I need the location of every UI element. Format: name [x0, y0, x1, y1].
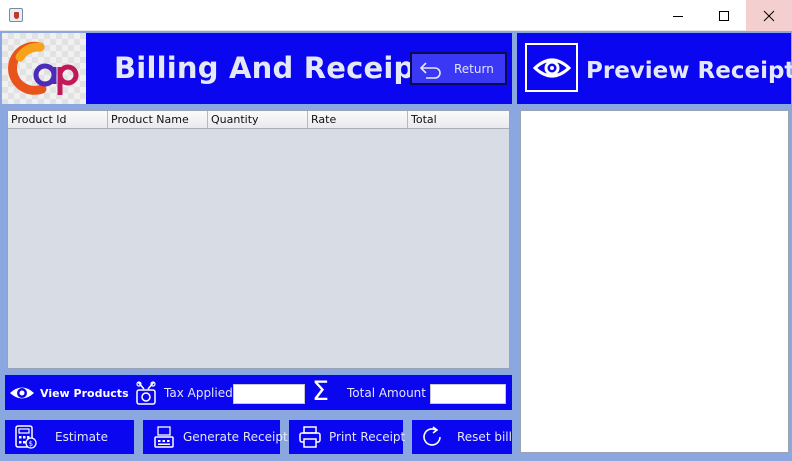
column-header-rate[interactable]: Rate: [308, 111, 408, 128]
generate-receipt-label: Generate Receipt: [183, 430, 288, 444]
reset-bill-button[interactable]: Reset bill: [412, 420, 512, 454]
preview-header: Preview Receipt: [517, 33, 792, 104]
minimize-button[interactable]: [655, 0, 701, 31]
close-icon: [763, 10, 775, 21]
estimate-label: Estimate: [55, 430, 109, 444]
minimize-icon: [673, 15, 683, 17]
column-header-total[interactable]: Total: [408, 111, 509, 128]
column-header-product-name[interactable]: Product Name: [108, 111, 208, 128]
return-button[interactable]: Return: [410, 52, 507, 85]
refresh-icon: [422, 426, 444, 448]
maximize-button[interactable]: [701, 0, 747, 31]
window-titlebar: [0, 0, 792, 31]
receipt-preview-area[interactable]: [520, 110, 789, 453]
billing-header: Billing And Receipt Return: [2, 33, 512, 104]
tax-applied-label: Tax Applied: [164, 386, 233, 400]
preview-title: Preview Receipt: [586, 58, 792, 84]
svg-text:$: $: [29, 440, 33, 448]
cap-logo-graphic: [8, 41, 79, 95]
maximize-icon: [719, 10, 729, 21]
column-header-product-id[interactable]: Product Id: [8, 111, 108, 128]
eye-icon: [10, 387, 34, 399]
main-panel: Billing And Receipt Return Preview Recei…: [0, 31, 792, 461]
print-receipt-label: Print Receipt: [329, 430, 406, 444]
printer-icon: [299, 426, 321, 448]
calculator-icon: $: [15, 425, 37, 449]
tax-applied-field[interactable]: [233, 384, 305, 404]
view-products-label: View Products: [40, 386, 129, 400]
view-products-button[interactable]: View Products: [9, 382, 129, 404]
cap-logo: [2, 33, 86, 104]
eye-icon: [532, 58, 571, 77]
generate-receipt-button[interactable]: Generate Receipt: [143, 420, 288, 454]
undo-arrow-icon: [419, 61, 441, 79]
total-amount-label: Total Amount: [347, 386, 426, 400]
cash-register-icon: [153, 425, 175, 449]
return-label: Return: [454, 61, 494, 76]
sigma-icon: Σ: [312, 376, 330, 407]
estimate-button[interactable]: $ Estimate: [5, 420, 134, 454]
preview-eye-frame: [525, 43, 578, 92]
tax-summary-bar: View Products Tax Applied Σ Total Amount: [5, 375, 512, 410]
total-amount-field[interactable]: [430, 384, 506, 404]
page-title: Billing And Receipt: [114, 51, 429, 85]
products-table[interactable]: Product Id Product Name Quantity Rate To…: [7, 110, 510, 369]
column-header-quantity[interactable]: Quantity: [208, 111, 308, 128]
print-receipt-button[interactable]: Print Receipt: [289, 420, 406, 454]
close-button[interactable]: [746, 0, 792, 31]
tax-icon: [134, 380, 158, 410]
reset-bill-label: Reset bill: [457, 430, 512, 444]
java-app-icon: [9, 8, 23, 22]
table-header: Product Id Product Name Quantity Rate To…: [8, 111, 509, 129]
